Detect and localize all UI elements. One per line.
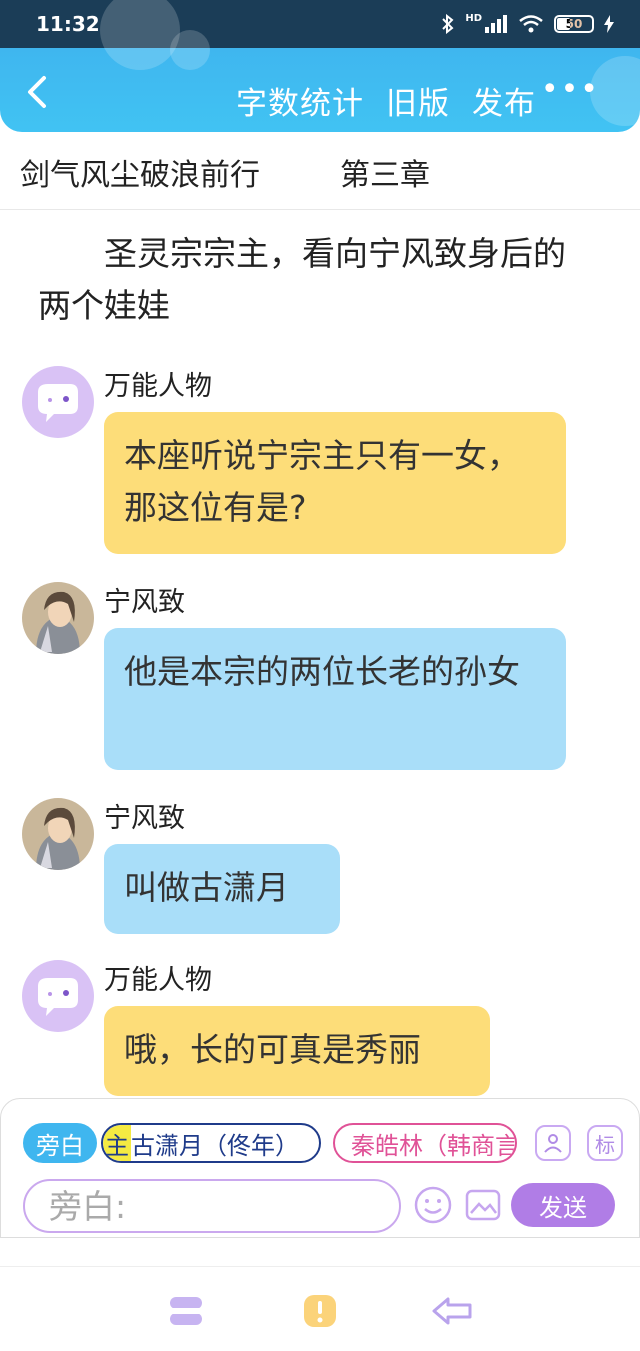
- wifi-icon: [519, 15, 543, 33]
- role-chip-main[interactable]: 主 古潇月（佟年）: [101, 1123, 321, 1163]
- alert-icon[interactable]: [300, 1291, 340, 1331]
- character-portrait-icon: [22, 582, 94, 654]
- role-chip-narrator[interactable]: 旁白: [23, 1123, 97, 1163]
- avatar[interactable]: [22, 960, 94, 1032]
- mark-button[interactable]: 标: [587, 1125, 623, 1161]
- character-manage-button[interactable]: [535, 1125, 571, 1161]
- main-role-tag: 主: [103, 1125, 131, 1161]
- chapter-title[interactable]: 第三章: [340, 150, 430, 194]
- status-time: 11:32: [36, 12, 100, 36]
- book-title[interactable]: 剑气风尘破浪前行: [20, 150, 260, 194]
- chapter-bar: 剑气风尘破浪前行 第三章: [0, 134, 640, 210]
- battery-icon: 50: [554, 15, 594, 33]
- top-bar: 11:32 HD 50 字数统计 旧版 发布 •••: [0, 0, 640, 132]
- speaker-name: 万能人物: [104, 965, 212, 996]
- character-portrait-icon: [22, 798, 94, 870]
- more-menu-icon[interactable]: •••: [541, 75, 600, 105]
- person-icon: [544, 1134, 562, 1153]
- bottom-nav: [0, 1266, 640, 1351]
- header-actions: 字数统计 旧版 发布: [236, 78, 536, 123]
- speaker-name: 宁风致: [104, 587, 185, 618]
- menu-icon[interactable]: [166, 1291, 206, 1331]
- publish-button[interactable]: 发布: [472, 78, 536, 123]
- back-arrow-icon[interactable]: [20, 72, 56, 112]
- chat-bubble-avatar-icon: [38, 384, 78, 422]
- bluetooth-icon: [442, 14, 454, 34]
- main-role-label: 古潇月（佟年）: [131, 1131, 299, 1160]
- message-bubble[interactable]: 他是本宗的两位长老的孙女: [104, 628, 566, 770]
- speaker-name: 宁风致: [104, 803, 185, 834]
- input-panel: 旁白 主 古潇月（佟年） 秦皓林（韩商言 标 发送: [0, 1098, 640, 1238]
- signal-icon: [485, 15, 507, 33]
- message-bubble[interactable]: 叫做古潇月: [104, 844, 340, 934]
- back-arrow-icon[interactable]: [430, 1291, 476, 1331]
- narration-text[interactable]: 圣灵宗宗主，看向宁风致身后的两个娃娃: [38, 228, 598, 332]
- avatar[interactable]: [22, 366, 94, 438]
- image-icon[interactable]: [463, 1185, 503, 1225]
- charging-icon: [604, 15, 614, 33]
- status-bar: 11:32 HD 50: [0, 0, 640, 48]
- avatar[interactable]: [22, 798, 94, 870]
- send-button[interactable]: 发送: [511, 1183, 615, 1227]
- message-bubble[interactable]: 本座听说宁宗主只有一女，那这位有是?: [104, 412, 566, 554]
- network-type: HD: [465, 12, 482, 24]
- message-input[interactable]: [23, 1179, 401, 1233]
- emoji-icon[interactable]: [413, 1185, 453, 1225]
- word-count-button[interactable]: 字数统计: [236, 78, 364, 123]
- avatar[interactable]: [22, 582, 94, 654]
- speaker-name: 万能人物: [104, 371, 212, 402]
- message-bubble[interactable]: 哦，长的可真是秀丽: [104, 1006, 490, 1096]
- status-icons: HD 50: [441, 12, 614, 34]
- old-version-button[interactable]: 旧版: [386, 78, 450, 123]
- app-header: 字数统计 旧版 发布 •••: [0, 48, 640, 132]
- role-chip-second[interactable]: 秦皓林（韩商言: [333, 1123, 517, 1163]
- chat-bubble-avatar-icon: [38, 978, 78, 1016]
